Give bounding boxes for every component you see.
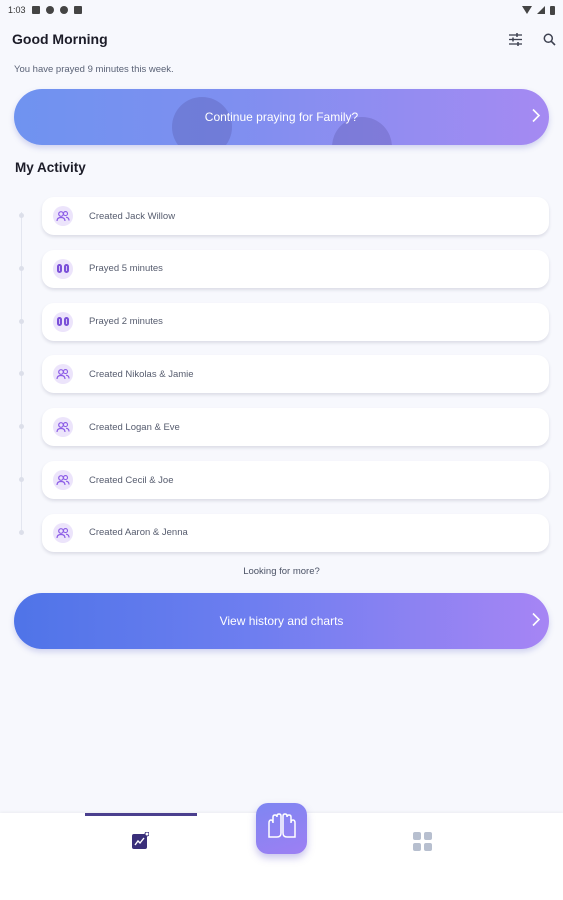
timeline-dot (19, 477, 24, 482)
notification-icon (73, 6, 82, 14)
praying-hands-icon (265, 813, 299, 844)
people-icon (53, 417, 73, 438)
activity-text: Created Nikolas & Jamie (89, 368, 194, 380)
activity-text: Created Logan & Eve (89, 421, 180, 433)
notification-icon (45, 6, 54, 14)
view-history-label: View history and charts (219, 614, 344, 628)
activity-item[interactable]: Created Logan & Eve (42, 408, 549, 447)
activity-item[interactable]: Prayed 5 minutes (42, 249, 549, 288)
active-tab-indicator (85, 813, 197, 816)
activity-text: Created Cecil & Joe (89, 474, 174, 486)
activity-chart-icon[interactable] (131, 831, 150, 850)
timeline-dot (19, 424, 24, 430)
timeline-dot (19, 265, 24, 271)
people-icon (53, 206, 73, 226)
battery-icon (550, 5, 555, 15)
timeline-dot (19, 213, 24, 218)
view-history-banner[interactable]: View history and charts (14, 593, 549, 649)
activity-text: Created Jack Willow (89, 210, 176, 222)
timeline-dot (19, 371, 24, 377)
activity-item[interactable]: Prayed 2 minutes (42, 302, 549, 341)
grid-icon[interactable] (413, 832, 432, 851)
activity-item[interactable]: Created Aaron & Jenna (42, 513, 549, 552)
continue-praying-label: Continue praying for Family? (204, 110, 359, 124)
continue-praying-banner[interactable]: Continue praying for Family? (14, 89, 549, 145)
notification-icon (59, 6, 68, 14)
praying-hands-icon (53, 311, 73, 332)
activity-item[interactable]: Created Cecil & Joe (42, 461, 549, 499)
activity-item[interactable]: Created Jack Willow (42, 197, 549, 235)
timeline-dot (19, 318, 24, 324)
praying-hands-icon (53, 258, 73, 279)
people-icon (53, 364, 73, 385)
people-icon (53, 522, 73, 543)
filter-icon[interactable] (507, 31, 523, 47)
timeline-dot (19, 529, 24, 535)
pray-tab-button[interactable] (256, 803, 307, 854)
signal-icon (537, 6, 545, 14)
weekly-summary: You have prayed 9 minutes this week. (14, 64, 174, 75)
activity-text: Prayed 5 minutes (89, 263, 163, 275)
activity-text: Prayed 2 minutes (89, 316, 163, 328)
activity-item[interactable]: Created Nikolas & Jamie (42, 355, 549, 394)
search-icon[interactable] (541, 31, 557, 47)
status-time: 1:03 (8, 5, 26, 15)
notification-icon (31, 6, 40, 14)
activity-text: Created Aaron & Jenna (89, 527, 188, 539)
app-header: Good Morning (12, 28, 557, 50)
chevron-right-icon (531, 612, 541, 631)
people-icon (53, 470, 73, 490)
section-title: My Activity (15, 160, 86, 175)
status-bar: 1:03 (0, 0, 563, 20)
wifi-icon (522, 6, 532, 14)
chevron-right-icon (531, 108, 541, 127)
page-title: Good Morning (12, 31, 108, 47)
looking-for-more-link[interactable]: Looking for more? (0, 566, 563, 577)
